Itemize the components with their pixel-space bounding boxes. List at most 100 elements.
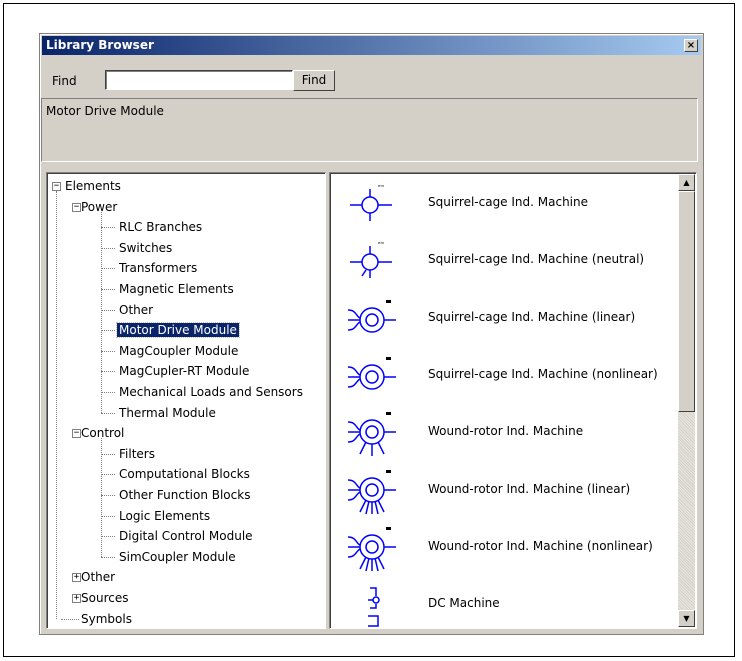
tree-item[interactable]: Transformers	[117, 259, 199, 277]
wound-rotor-machine-icon	[347, 412, 396, 457]
vertical-scrollbar[interactable]: ▲ ▼	[678, 174, 695, 627]
tree-item[interactable]: Logic Elements	[117, 507, 212, 525]
tree-connector	[101, 495, 115, 496]
scroll-thumb[interactable]	[678, 191, 695, 412]
tree-item[interactable]: Other	[79, 568, 117, 586]
tree-connector	[101, 515, 115, 517]
expand-icon[interactable]: +	[72, 594, 81, 603]
element-list-item[interactable]: ᵉᵐ Squirrel-cage Ind. Machine	[330, 175, 678, 232]
tree-item[interactable]: Symbols	[79, 610, 134, 628]
tree-item[interactable]: MagCupler-RT Module	[117, 362, 251, 380]
description-box: Motor Drive Module	[41, 98, 698, 162]
tree-connector	[101, 438, 102, 557]
tree-connector	[101, 371, 115, 373]
tree-connector	[101, 211, 102, 413]
collapse-icon[interactable]: −	[52, 182, 61, 191]
tree-item-label: Computational Blocks	[119, 467, 250, 482]
tree-item-label: Power	[81, 199, 118, 214]
find-label: Find	[52, 74, 77, 88]
tree-item[interactable]: Other	[117, 301, 155, 319]
dc-machine-icon	[368, 587, 380, 627]
title-bar[interactable]: Library Browser ×	[42, 36, 701, 55]
library-browser-window: Library Browser × Find Find Motor Drive …	[39, 33, 704, 635]
find-button[interactable]: Find	[293, 70, 335, 91]
element-label: Wound-rotor Ind. Machine	[428, 424, 584, 439]
element-list-item[interactable]: Wound-rotor Ind. Machine	[330, 404, 678, 461]
collapse-icon[interactable]: −	[72, 429, 81, 439]
tree-item[interactable]: Thermal Module	[117, 404, 218, 422]
element-list-item[interactable]: Squirrel-cage Ind. Machine (nonlinear)	[330, 347, 678, 404]
tree-item-label: Mechanical Loads and Sensors	[119, 385, 303, 399]
tree-item[interactable]: Switches	[117, 239, 174, 257]
tree-connector	[101, 247, 115, 249]
library-tree[interactable]: Elements − Power − RLC Branches Switches Trans…	[46, 172, 326, 629]
tree-item[interactable]: Control	[79, 424, 126, 442]
svg-text:ᵉᵐ: ᵉᵐ	[378, 241, 385, 248]
squirrel-cage-neutral-icon: ᵉᵐ	[350, 241, 392, 279]
tree-connector	[101, 330, 115, 332]
tree-item-label: Other	[119, 302, 154, 317]
tree-item[interactable]: RLC Branches	[117, 218, 204, 236]
tree-item-label: Sources	[81, 591, 129, 605]
element-label: Wound-rotor Ind. Machine (linear)	[428, 481, 631, 496]
tree-item[interactable]: Filters	[117, 445, 157, 463]
close-button[interactable]: ×	[684, 39, 698, 52]
tree-connector	[56, 191, 57, 619]
find-input[interactable]	[105, 70, 293, 90]
element-list-item[interactable]: Wound-rotor Ind. Machine (linear)	[330, 462, 678, 519]
tree-connector	[101, 227, 115, 229]
collapse-icon[interactable]: −	[72, 202, 81, 212]
tree-item[interactable]: Magnetic Elements	[117, 280, 236, 298]
tree-item[interactable]: Elements	[63, 177, 123, 195]
tree-item-label: Other Function Blocks	[119, 488, 251, 502]
tree-connector	[101, 309, 115, 311]
svg-text:ᵉᵐ: ᵉᵐ	[378, 184, 385, 191]
tree-item-label: MagCoupler Module	[119, 343, 239, 358]
element-label: Squirrel-cage Ind. Machine (linear)	[428, 309, 636, 324]
tree-item[interactable]: Power	[79, 198, 119, 216]
tree-connector	[101, 392, 115, 393]
arrow-up-icon: ▲	[683, 178, 690, 187]
element-label: Squirrel-cage Ind. Machine	[428, 195, 589, 209]
tree-item-label: Motor Drive Module	[116, 322, 240, 339]
tree-connector	[101, 453, 115, 455]
tree-connector	[101, 268, 115, 270]
element-list[interactable]: ᵉᵐ Squirrel-cage Ind. Machine ᵉᵐ Squirre…	[329, 172, 697, 629]
tree-item-label: RLC Branches	[119, 220, 203, 235]
tree-item-label: Digital Control Module	[119, 529, 253, 544]
tree-item[interactable]: MagCoupler Module	[117, 342, 240, 360]
element-label: Wound-rotor Ind. Machine (nonlinear)	[428, 538, 653, 553]
tree-item-label: Control	[81, 426, 125, 441]
window-title: Library Browser	[46, 38, 154, 52]
tree-connector	[61, 618, 79, 620]
tree-item[interactable]: Motor Drive Module	[116, 321, 240, 339]
tree-item-label: Other	[81, 570, 116, 585]
tree-item[interactable]: SimCoupler Module	[117, 548, 238, 566]
tree-connector	[101, 412, 115, 414]
tree-item[interactable]: Computational Blocks	[117, 465, 252, 483]
tree-item-label: Logic Elements	[119, 508, 211, 523]
description-text: Motor Drive Module	[46, 104, 164, 118]
expand-icon[interactable]: +	[72, 573, 81, 583]
squirrel-cage-nonlinear-icon	[347, 356, 396, 390]
element-list-item[interactable]: Squirrel-cage Ind. Machine (linear)	[330, 290, 678, 347]
element-label: Squirrel-cage Ind. Machine (neutral)	[428, 252, 645, 267]
tree-item-label: Thermal Module	[119, 405, 216, 420]
tree-item-label: Elements	[65, 179, 121, 193]
tree-item[interactable]: Digital Control Module	[117, 527, 255, 545]
element-list-item[interactable]: ᵉᵐ Squirrel-cage Ind. Machine (neutral)	[330, 232, 678, 289]
element-label: Squirrel-cage Ind. Machine (nonlinear)	[428, 366, 658, 381]
arrow-down-icon: ▼	[683, 614, 690, 623]
tree-item[interactable]: Other Function Blocks	[117, 486, 252, 504]
tree-item[interactable]: Mechanical Loads and Sensors	[117, 383, 305, 401]
scroll-up-button[interactable]: ▲	[678, 174, 695, 191]
tree-connector	[101, 556, 115, 558]
wound-rotor-linear-icon	[347, 469, 396, 514]
scroll-down-button[interactable]: ▼	[678, 610, 695, 627]
tree-connector	[101, 350, 115, 352]
element-list-item[interactable]: Wound-rotor Ind. Machine (nonlinear)	[330, 519, 678, 576]
tree-item[interactable]: Sources	[79, 589, 130, 607]
squirrel-cage-machine-icon: ᵉᵐ	[350, 184, 392, 221]
tree-connector	[101, 536, 115, 538]
element-list-item[interactable]: DC Machine	[330, 576, 678, 628]
